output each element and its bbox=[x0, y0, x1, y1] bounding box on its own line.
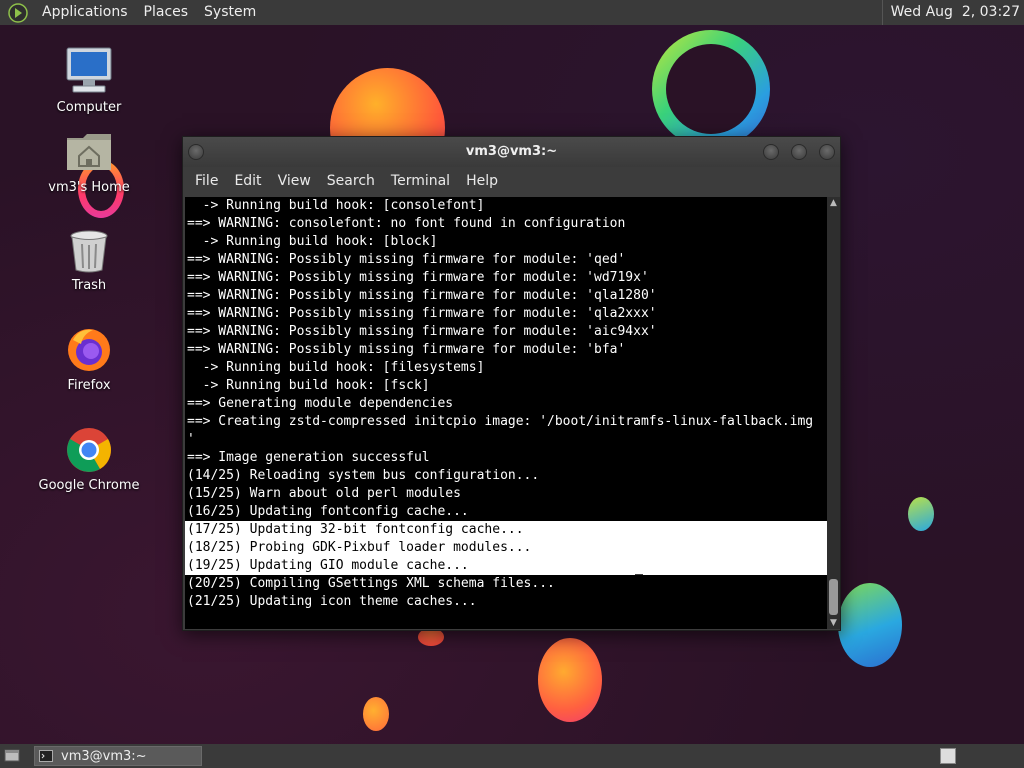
workspace-switcher[interactable] bbox=[940, 748, 956, 764]
wallpaper-ring bbox=[652, 30, 770, 148]
desktop-icon-label: Google Chrome bbox=[38, 478, 140, 493]
menu-search[interactable]: Search bbox=[319, 167, 383, 195]
scroll-down-icon[interactable]: ▼ bbox=[827, 617, 840, 629]
desktop-icon-home[interactable]: vm3's Home bbox=[34, 128, 144, 195]
terminal-icon bbox=[39, 750, 53, 762]
wallpaper-blob bbox=[838, 583, 902, 667]
minimize-button[interactable] bbox=[763, 144, 779, 160]
text-cursor-icon bbox=[635, 574, 643, 592]
window-titlebar[interactable]: vm3@vm3:~ bbox=[183, 137, 840, 167]
menu-view[interactable]: View bbox=[270, 167, 319, 195]
menu-terminal[interactable]: Terminal bbox=[383, 167, 458, 195]
terminal-output[interactable]: -> Running build hook: [consolefont] ==> … bbox=[185, 197, 827, 629]
desktop-icon-computer[interactable]: Computer bbox=[34, 44, 144, 115]
menu-places[interactable]: Places bbox=[136, 0, 197, 25]
terminal-line: (17/25) Updating 32-bit fontconfig cache… bbox=[185, 521, 827, 539]
desktop-icon-trash[interactable]: Trash bbox=[34, 228, 144, 293]
show-desktop-icon[interactable] bbox=[4, 748, 20, 764]
mate-logo-icon[interactable] bbox=[8, 2, 28, 23]
taskbar-button-label: vm3@vm3:~ bbox=[61, 748, 147, 764]
terminal-line: ==> WARNING: Possibly missing firmware f… bbox=[187, 342, 626, 357]
terminal-line: (20/25) Compiling GSettings XML schema f… bbox=[187, 576, 555, 591]
scrollbar-thumb[interactable] bbox=[829, 579, 838, 615]
menu-help[interactable]: Help bbox=[458, 167, 506, 195]
menu-file[interactable]: File bbox=[187, 167, 226, 195]
window-title: vm3@vm3:~ bbox=[465, 144, 558, 159]
desktop-icon-label: Trash bbox=[71, 278, 107, 293]
terminal-line: ==> Image generation successful bbox=[187, 450, 430, 465]
home-folder-icon bbox=[67, 134, 111, 170]
terminal-line: ' bbox=[187, 432, 195, 447]
terminal-menubar: File Edit View Search Terminal Help bbox=[183, 167, 840, 195]
terminal-line: ==> WARNING: Possibly missing firmware f… bbox=[187, 288, 657, 303]
menu-applications[interactable]: Applications bbox=[34, 0, 136, 25]
terminal-line: ==> Generating module dependencies bbox=[187, 396, 454, 411]
terminal-line: ==> Creating zstd-compressed initcpio im… bbox=[187, 414, 814, 429]
terminal-line: ==> WARNING: Possibly missing firmware f… bbox=[187, 306, 657, 321]
terminal-line: ==> WARNING: Possibly missing firmware f… bbox=[187, 270, 649, 285]
terminal-line: (15/25) Warn about old perl modules bbox=[187, 486, 461, 501]
menu-system[interactable]: System bbox=[196, 0, 264, 25]
menu-edit[interactable]: Edit bbox=[226, 167, 269, 195]
terminal-line: -> Running build hook: [block] bbox=[187, 234, 438, 249]
terminal-line: (19/25) Updating GIO module cache... bbox=[185, 557, 827, 575]
bottom-panel: vm3@vm3:~ bbox=[0, 744, 1024, 768]
terminal-scrollbar[interactable]: ▲ ▼ bbox=[827, 197, 840, 629]
firefox-icon bbox=[68, 329, 110, 371]
terminal-line: (16/25) Updating fontconfig cache... bbox=[187, 504, 469, 519]
terminal-line: -> Running build hook: [filesystems] bbox=[187, 360, 485, 375]
terminal-line: (14/25) Reloading system bus configurati… bbox=[187, 468, 540, 483]
wallpaper-blob bbox=[363, 697, 389, 731]
maximize-button[interactable] bbox=[791, 144, 807, 160]
desktop-icon-label: Computer bbox=[56, 100, 122, 115]
terminal-line: -> Running build hook: [consolefont] bbox=[187, 198, 485, 213]
terminal-line: -> Running build hook: [fsck] bbox=[187, 378, 430, 393]
desktop-icon-firefox[interactable]: Firefox bbox=[34, 326, 144, 393]
wallpaper-blob bbox=[538, 638, 602, 722]
close-button[interactable] bbox=[819, 144, 835, 160]
top-panel: Applications Places System Wed Aug 2, 03… bbox=[0, 0, 1024, 25]
desktop-icon-label: Firefox bbox=[67, 378, 111, 393]
chrome-icon bbox=[67, 428, 111, 472]
terminal-line: (21/25) Updating icon theme caches... bbox=[187, 594, 477, 609]
clock[interactable]: Wed Aug 2, 03:27 bbox=[881, 0, 1020, 25]
terminal-line: ==> WARNING: Possibly missing firmware f… bbox=[187, 324, 657, 339]
terminal-line: (18/25) Probing GDK-Pixbuf loader module… bbox=[185, 539, 827, 557]
desktop-icon-chrome[interactable]: Google Chrome bbox=[34, 426, 144, 493]
window-menu-button[interactable] bbox=[188, 144, 204, 160]
trash-icon bbox=[70, 230, 108, 273]
scroll-up-icon[interactable]: ▲ bbox=[827, 197, 840, 209]
taskbar-button-terminal[interactable]: vm3@vm3:~ bbox=[34, 746, 202, 766]
computer-icon bbox=[66, 47, 112, 93]
wallpaper-blob bbox=[908, 497, 934, 531]
terminal-window[interactable]: vm3@vm3:~ File Edit View Search Terminal… bbox=[182, 136, 841, 631]
terminal-line: ==> WARNING: consolefont: no font found … bbox=[187, 216, 626, 231]
terminal-line: ==> WARNING: Possibly missing firmware f… bbox=[187, 252, 626, 267]
desktop-icon-label: vm3's Home bbox=[48, 180, 130, 195]
